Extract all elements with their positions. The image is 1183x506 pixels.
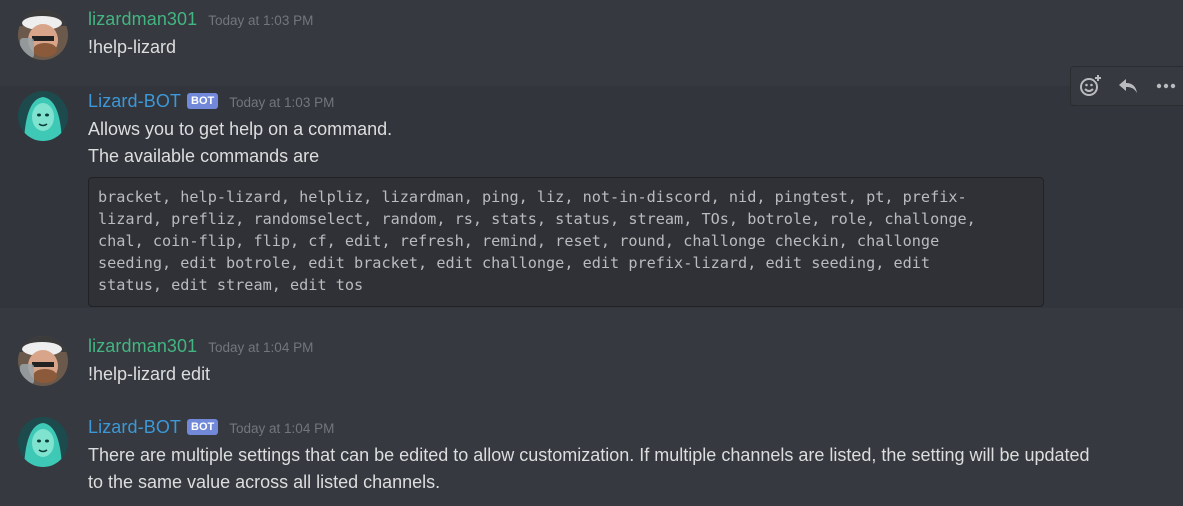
reply-icon[interactable]	[1109, 67, 1147, 105]
message: Lizard-BOT BOT Today at 1:04 PM There ar…	[0, 407, 1183, 506]
message: lizardman301 Today at 1:04 PM !help-liza…	[0, 326, 1183, 402]
avatar[interactable]	[18, 417, 68, 467]
message-text: to the same value across all listed chan…	[88, 472, 441, 492]
message: lizardman301 Today at 1:03 PM !help-liza…	[0, 0, 1183, 80]
bot-tag: BOT	[187, 93, 219, 109]
username[interactable]: Lizard-BOT	[88, 417, 181, 438]
more-options-icon[interactable]	[1147, 67, 1183, 105]
code-block: bracket, help-lizard, helpliz, lizardman…	[88, 177, 1044, 307]
message-toolbar	[1070, 66, 1183, 106]
add-reaction-icon[interactable]	[1071, 67, 1109, 105]
message-text: There are multiple settings that can be …	[88, 445, 1090, 465]
avatar[interactable]	[18, 336, 68, 386]
message-text: !help-lizard	[88, 37, 177, 57]
avatar[interactable]	[18, 91, 68, 141]
message-text: Allows you to get help on a command.	[88, 119, 393, 139]
timestamp: Today at 1:03 PM	[229, 95, 335, 110]
timestamp: Today at 1:04 PM	[229, 421, 335, 436]
bot-tag: BOT	[187, 419, 219, 435]
avatar[interactable]	[18, 10, 68, 60]
message-text: The available commands are	[88, 146, 320, 166]
username[interactable]: Lizard-BOT	[88, 91, 181, 112]
username[interactable]: lizardman301	[88, 9, 197, 30]
timestamp: Today at 1:03 PM	[208, 13, 314, 28]
username[interactable]: lizardman301	[88, 336, 197, 357]
timestamp: Today at 1:04 PM	[208, 340, 314, 355]
message-text: !help-lizard edit	[88, 364, 211, 384]
